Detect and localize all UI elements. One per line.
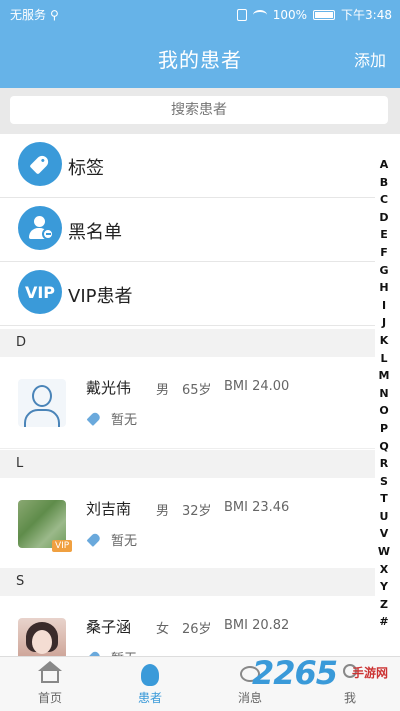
nav-patients[interactable]: 患者 (100, 657, 200, 711)
tag-icon (86, 532, 102, 547)
entry-vip[interactable]: VIP VIP患者 (0, 262, 375, 326)
search-bar (0, 88, 400, 134)
patient-tag: 暂无 (111, 534, 138, 549)
patient-tag: 暂无 (111, 413, 138, 428)
status-bar: 无服务 ⚲ 100% 下午3:48 (0, 0, 400, 28)
search-input[interactable] (10, 96, 388, 124)
section-letter: D (16, 335, 27, 350)
clock-text: 下午3:48 (341, 8, 392, 22)
entry-vip-label: VIP患者 (68, 286, 133, 307)
carrier-text: 无服务 (10, 8, 47, 22)
watermark-sub: 手游网 (352, 666, 389, 680)
alphabet-letter[interactable]: S (380, 473, 388, 491)
patient-name: 刘吉南 (86, 500, 132, 518)
patient-gender: 男 (156, 504, 170, 519)
tag-icon (86, 411, 102, 426)
alphabet-letter[interactable]: A (380, 156, 389, 174)
patient-age: 26岁 (182, 622, 212, 637)
alphabet-letter[interactable]: H (379, 279, 388, 297)
patient-row[interactable]: VIP 刘吉南 男 32岁 BMI 23.46 暂无 (0, 478, 375, 570)
alphabet-letter[interactable]: E (380, 226, 388, 244)
patient-gender: 男 (156, 383, 170, 398)
alphabet-letter[interactable]: U (380, 508, 389, 526)
vip-icon-text: VIP (24, 282, 56, 302)
vip-icon: VIP (18, 270, 62, 314)
alphabet-letter[interactable]: Q (379, 438, 388, 456)
alphabet-letter[interactable]: X (380, 561, 388, 579)
patient-bmi: BMI 24.00 (224, 379, 290, 394)
alphabet-letter[interactable]: Y (380, 578, 388, 596)
alphabet-letter[interactable]: R (380, 455, 388, 473)
entry-tags[interactable]: 标签 (0, 134, 375, 198)
app-header: 无服务 ⚲ 100% 下午3:48 我的患者 添加 (0, 0, 400, 88)
alphabet-letter[interactable]: K (380, 332, 389, 350)
patient-bmi: BMI 23.46 (224, 500, 290, 515)
patient-name: 戴光伟 (86, 379, 132, 397)
patient-icon (141, 664, 159, 686)
alphabet-letter[interactable]: M (379, 367, 390, 385)
page-title: 我的患者 (158, 48, 242, 72)
alphabet-letter[interactable]: F (380, 244, 388, 262)
alphabet-letter[interactable]: J (382, 314, 386, 332)
add-button[interactable]: 添加 (354, 47, 386, 71)
alphabet-letter[interactable]: T (380, 490, 388, 508)
alphabet-letter[interactable]: P (380, 420, 388, 438)
alphabet-letter[interactable]: O (379, 402, 388, 420)
vip-badge: VIP (52, 540, 73, 552)
alphabet-letter[interactable]: G (379, 262, 388, 280)
alphabet-letter[interactable]: W (378, 543, 390, 561)
nav-home[interactable]: 首页 (0, 657, 100, 711)
section-letter: L (16, 456, 24, 471)
home-icon (38, 661, 62, 683)
alphabet-letter[interactable]: N (379, 385, 388, 403)
patient-name: 桑子涵 (86, 618, 132, 636)
patient-row[interactable]: 戴光伟 男 65岁 BMI 24.00 暂无 (0, 357, 375, 449)
bottom-nav: 首页 患者 消息 我 (0, 656, 400, 711)
nav-patients-label: 患者 (137, 691, 162, 705)
alphabet-letter[interactable]: I (382, 297, 386, 315)
usb-icon: ⚲ (50, 7, 59, 22)
battery-icon (313, 9, 336, 20)
alphabet-letter[interactable]: D (379, 209, 388, 227)
patient-gender: 女 (156, 622, 170, 637)
blacklist-icon (18, 206, 62, 250)
section-letter: S (16, 574, 25, 589)
section-header-s: S (0, 568, 375, 596)
tag-icon (18, 142, 62, 186)
alphabet-letter[interactable]: Z (380, 596, 388, 614)
vibrate-icon (236, 8, 247, 21)
battery-percent: 100% (272, 7, 308, 22)
patient-bmi: BMI 20.82 (224, 618, 290, 633)
wifi-icon (252, 9, 267, 20)
avatar (18, 379, 66, 427)
alphabet-letter[interactable]: V (380, 525, 389, 543)
entry-blacklist-label: 黑名单 (68, 222, 122, 243)
alphabet-letter[interactable]: L (380, 350, 387, 368)
nav-home-label: 首页 (37, 691, 62, 705)
section-header-d: D (0, 329, 375, 357)
patient-age: 32岁 (182, 504, 212, 519)
alphabet-index[interactable]: A B C D E F G H I J K L M N O P Q R S T U V W X Y Z # (375, 156, 393, 631)
watermark-logo: 2265 (252, 654, 338, 692)
section-header-l: L (0, 450, 375, 478)
entry-blacklist[interactable]: 黑名单 (0, 198, 375, 262)
alphabet-letter[interactable]: B (380, 174, 388, 192)
patient-age: 65岁 (182, 383, 212, 398)
alphabet-letter[interactable]: C (380, 191, 388, 209)
entry-tags-label: 标签 (68, 158, 104, 179)
alphabet-letter[interactable]: # (379, 613, 388, 631)
